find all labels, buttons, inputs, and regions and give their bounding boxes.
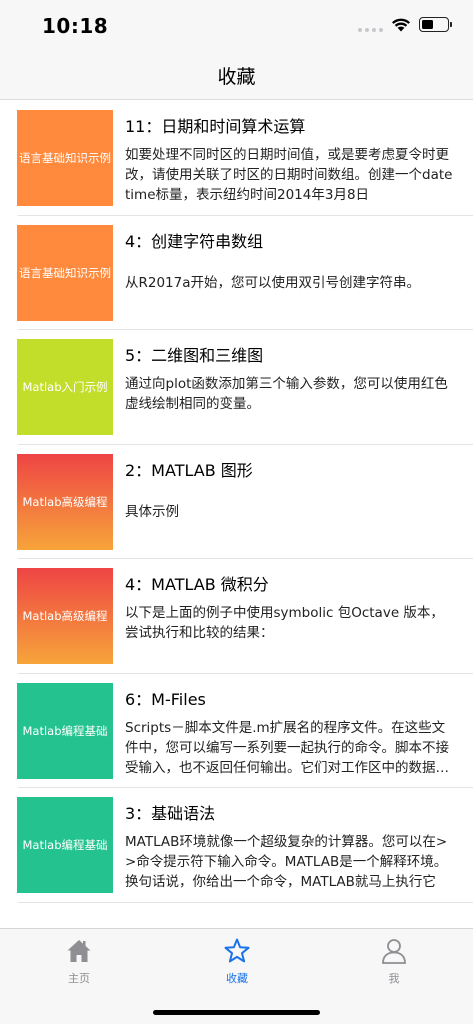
wifi-icon [392, 18, 410, 32]
navigation-bar: 收藏 [0, 52, 473, 100]
category-thumbnail: 语言基础知识示例 [17, 224, 113, 321]
home-indicator [153, 1010, 320, 1015]
category-thumbnail: Matlab编程基础 [17, 682, 113, 779]
item-title: 6：M-Files [125, 689, 206, 709]
item-description: 如要处理不同时区的日期时间值，或是要考虑夏令时更改，请使用关联了时区的日期时间数… [125, 147, 453, 203]
status-time: 10:18 [42, 14, 109, 38]
battery-icon [419, 17, 452, 32]
item-title: 2：MATLAB 图形 [125, 460, 253, 480]
item-title: 5：二维图和三维图 [125, 346, 264, 365]
person-icon [382, 939, 406, 964]
cellular-signal-icon [358, 18, 383, 32]
category-thumbnail: Matlab高级编程 [17, 453, 113, 550]
item-description: 通过向plot函数添加第三个输入参数，您可以使用红色虚线绘制相同的变量。 [125, 376, 448, 412]
row-separator [18, 901, 473, 903]
item-title: 11：日期和时间算术运算 [125, 117, 306, 136]
tab-me[interactable]: 我 [334, 937, 454, 993]
tab-me-label: 我 [388, 972, 400, 985]
list-item[interactable]: 语言基础知识示例 11：日期和时间算术运算如要处理不同时区的日期时间值，或是要考虑… [0, 101, 473, 216]
category-thumbnail: 语言基础知识示例 [17, 110, 113, 206]
item-title: 3：基础语法 [125, 804, 216, 823]
item-title: 4：MATLAB 微积分 [125, 575, 269, 594]
star-icon [224, 938, 250, 963]
tab-favorites-label: 收藏 [226, 972, 248, 985]
home-icon [67, 940, 91, 962]
item-description: MATLAB环境就像一个超级复杂的计算器。您可以在>>命令提示符下输入命令。MA… [125, 834, 448, 890]
category-thumbnail: Matlab编程基础 [17, 797, 113, 893]
category-thumbnail: Matlab高级编程 [17, 568, 113, 664]
status-bar: 10:18 [0, 0, 473, 52]
list-item[interactable]: Matlab编程基础 6：M-Files Scripts－脚本文件是.m扩展名的程序… [0, 674, 473, 788]
item-description: Scripts－脚本文件是.m扩展名的程序文件。在这些文件中，您可以编写一系列要… [125, 719, 449, 776]
item-title: 4：创建字符串数组 [125, 231, 264, 251]
list-item[interactable]: Matlab入门示例 5：二维图和三维图通过向plot函数添加第三个输入参数，您可… [0, 330, 473, 445]
list-item[interactable]: Matlab编程基础 3：基础语法 MATLAB环境就像一个超级复杂的计算器。您可以… [0, 788, 473, 903]
item-description: 以下是上面的例子中使用symbolic 包Octave 版本，尝试执行和比较的结… [125, 605, 444, 641]
tab-home-label: 主页 [68, 972, 90, 985]
list-item[interactable]: Matlab高级编程 2：MATLAB 图形 具体示例 [0, 445, 473, 559]
screen: 10:18 收藏 语言基础知识示例 11：日期和时间算术运算如要处理不同时区的日期… [0, 0, 473, 1024]
item-description: 具体示例 [125, 503, 179, 520]
tab-favorites[interactable]: 收藏 [177, 937, 297, 993]
tab-bar: 主页 收藏 我 [0, 928, 473, 1024]
item-description: 从R2017a开始，您可以使用双引号创建字符串。 [125, 274, 421, 291]
list-item[interactable]: Matlab高级编程 4：MATLAB 微积分以下是上面的例子中使用symboli… [0, 559, 473, 674]
category-thumbnail: Matlab入门示例 [17, 339, 113, 435]
status-icons [358, 17, 452, 32]
favorites-list[interactable]: 语言基础知识示例 11：日期和时间算术运算如要处理不同时区的日期时间值，或是要考虑… [0, 101, 473, 903]
tab-home[interactable]: 主页 [19, 937, 139, 993]
list-item[interactable]: 语言基础知识示例 4：创建字符串数组从R2017a开始，您可以使用双引号创建字符串… [0, 216, 473, 330]
page-title: 收藏 [217, 66, 256, 88]
